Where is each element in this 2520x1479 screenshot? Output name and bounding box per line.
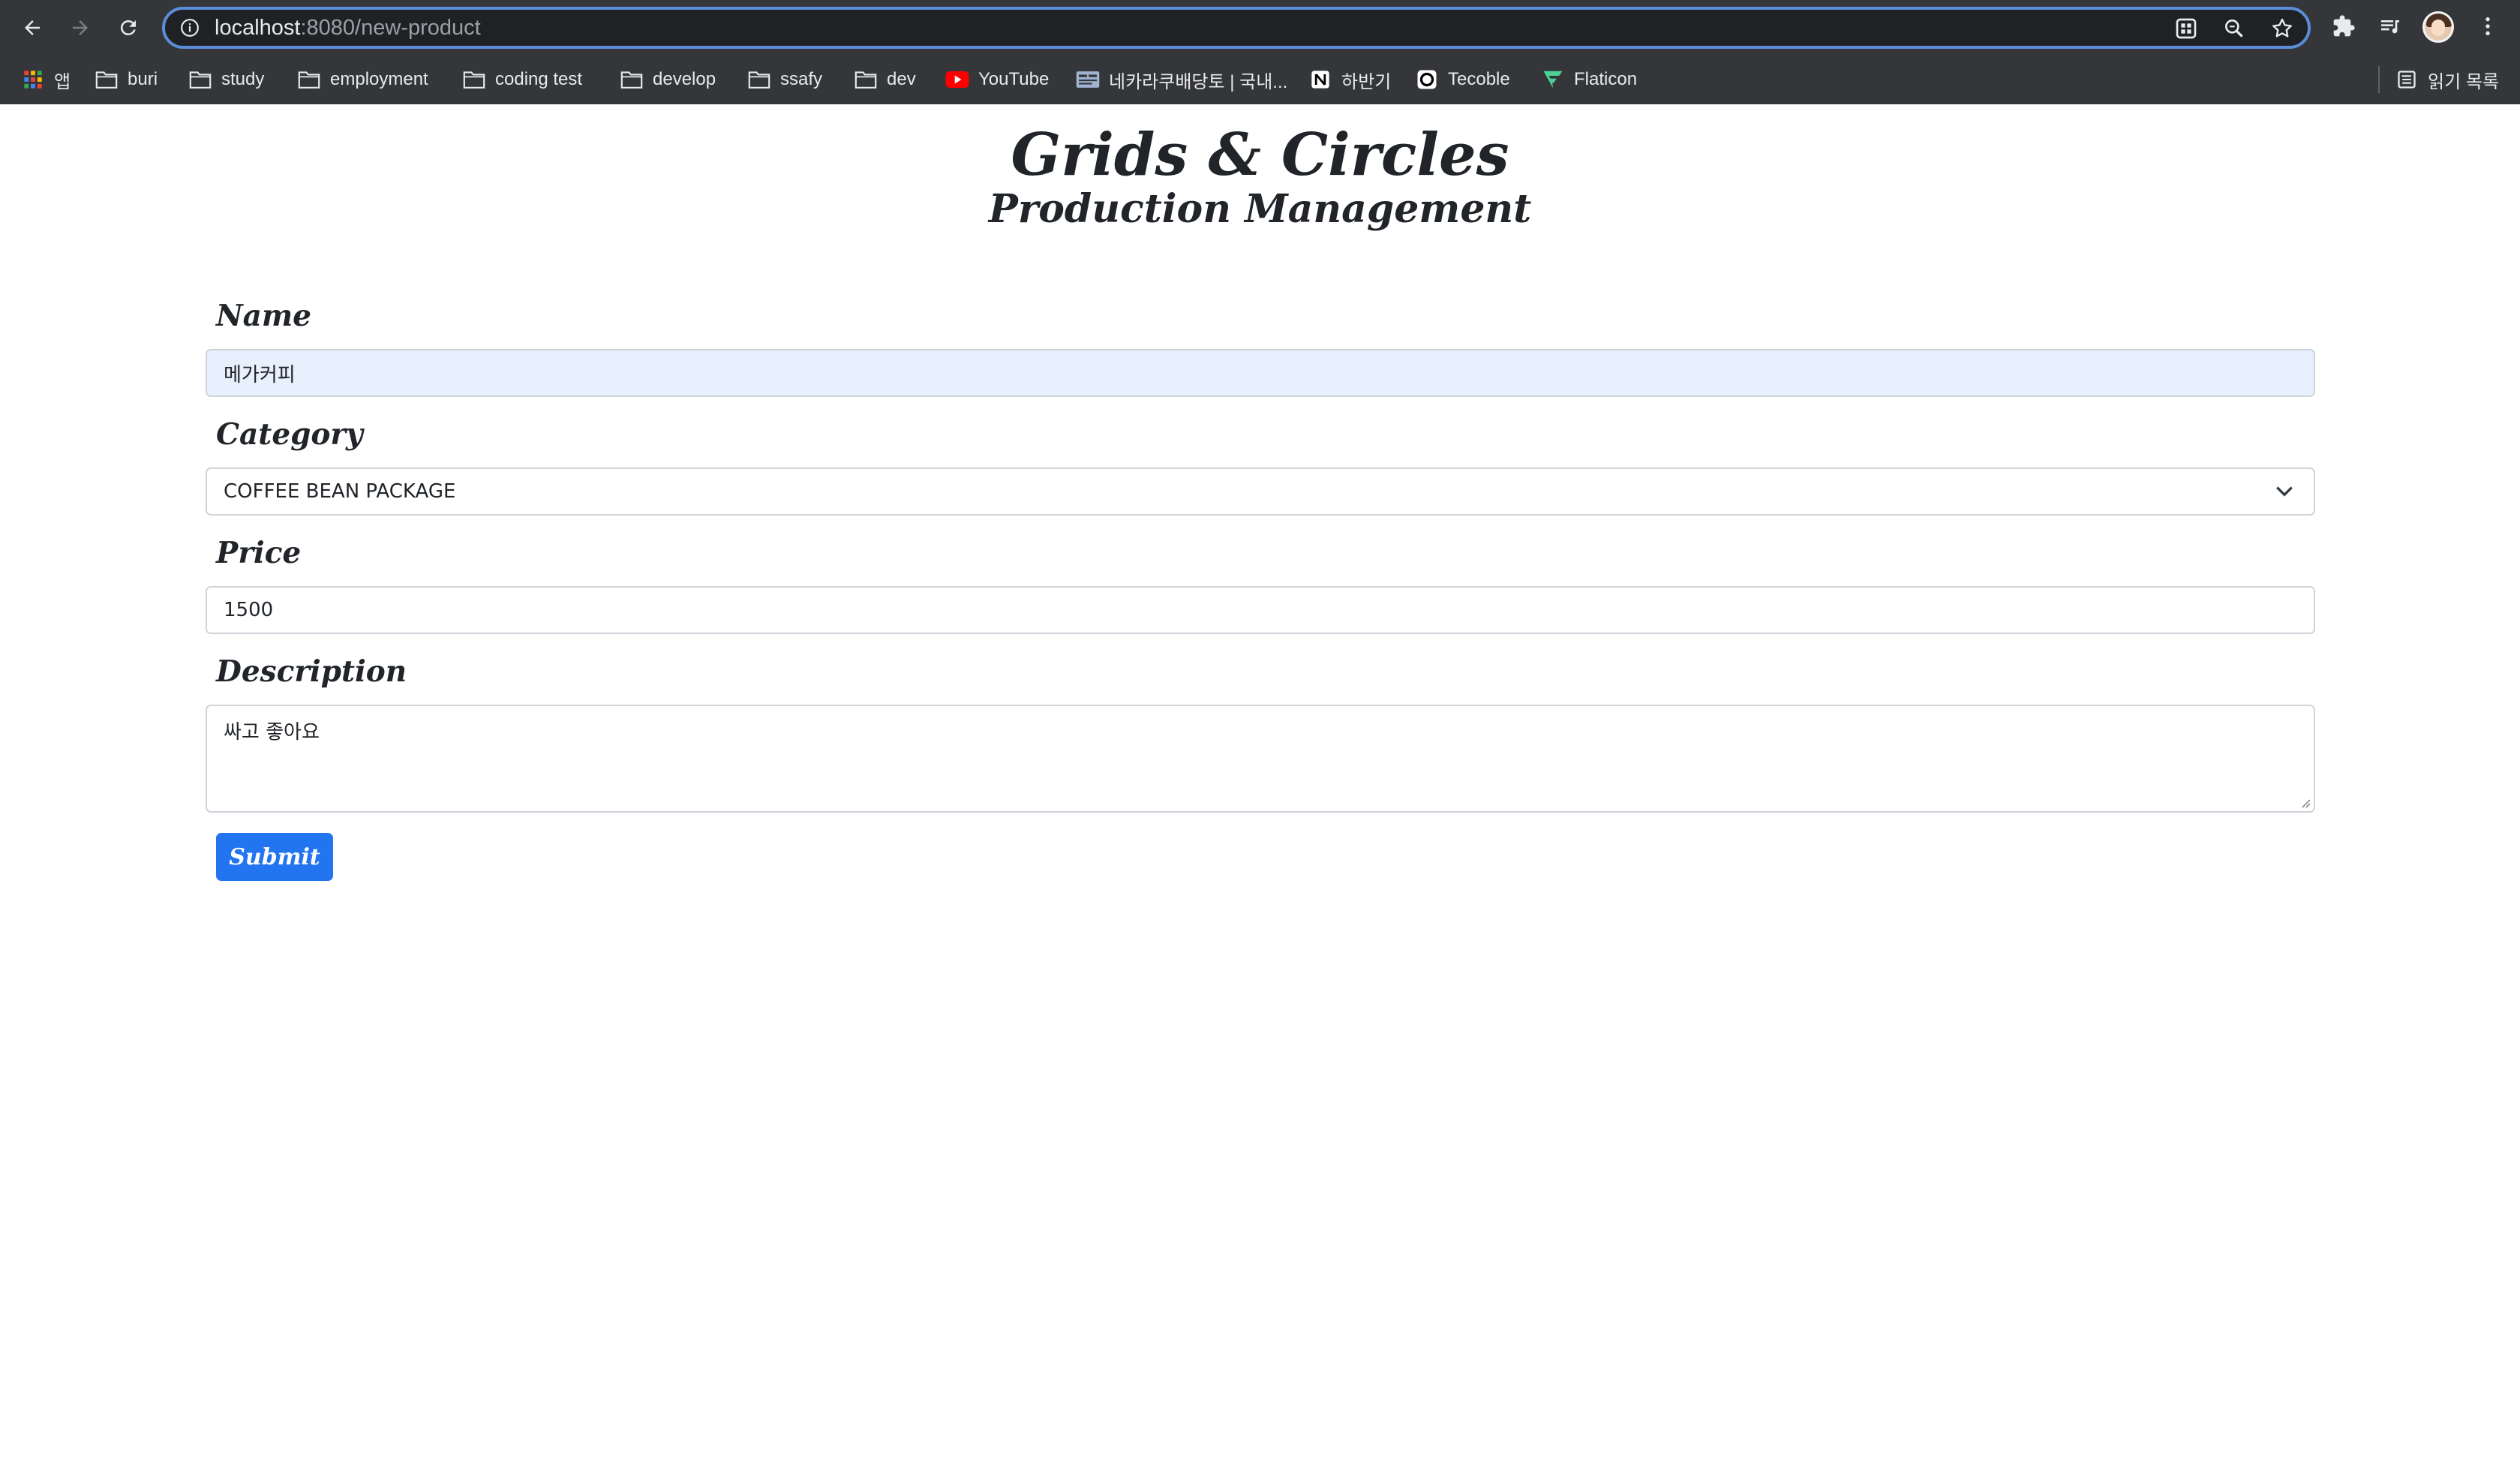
chrome-menu-button[interactable]	[2474, 13, 2501, 40]
page-title: Grids & Circles	[1011, 121, 1509, 189]
more-vertical-icon	[2485, 17, 2490, 35]
extensions-button[interactable]	[2330, 13, 2357, 40]
chevron-down-icon	[2276, 486, 2293, 497]
bookmark-hanbangi[interactable]: 하반기	[1308, 65, 1391, 95]
media-control-button[interactable]	[2377, 13, 2404, 40]
price-input-value: 1500	[224, 599, 274, 621]
puzzle-icon	[2333, 15, 2355, 37]
bookmark-label: ssafy	[780, 69, 823, 89]
resize-grip-icon[interactable]	[2299, 796, 2311, 808]
arrow-right-icon	[73, 20, 88, 35]
bookmark-folder-study[interactable]: study	[188, 65, 264, 95]
bookmark-label: dev	[887, 69, 916, 89]
bookmark-label: YouTube	[978, 69, 1050, 89]
forward-button[interactable]	[63, 11, 98, 45]
folder-icon	[95, 69, 119, 90]
page-content: Grids & Circles Production Management Na…	[0, 104, 2520, 1479]
reload-icon	[120, 20, 136, 35]
queue-music-icon	[2381, 20, 2399, 34]
bookmark-apps[interactable]: 앱	[21, 65, 71, 95]
browser-chrome: localhost:8080/new-product 앱 buri study …	[0, 0, 2520, 104]
bookmark-tecoble[interactable]: Tecoble	[1415, 65, 1510, 95]
bookmark-label: 네카라쿠배당토 | 국내...	[1109, 71, 1288, 92]
folder-icon	[620, 69, 644, 90]
bookmark-youtube[interactable]: YouTube	[945, 65, 1049, 95]
address-bar[interactable]: localhost:8080/new-product	[162, 7, 2311, 49]
price-input[interactable]: 1500	[206, 586, 2315, 634]
flaticon-icon	[1541, 69, 1565, 90]
reading-list-icon	[2395, 69, 2419, 90]
name-input-value: 메가커피	[224, 363, 296, 386]
folder-icon	[188, 69, 212, 90]
tecoble-icon	[1415, 69, 1439, 90]
bookmark-label: develop	[653, 69, 716, 89]
zoom-icon[interactable]	[2222, 17, 2246, 41]
bookmark-folder-employment[interactable]: employment	[297, 65, 428, 95]
bookmark-star-icon[interactable]	[2270, 17, 2294, 41]
folder-icon	[854, 69, 878, 90]
bookmark-label: Tecoble	[1448, 69, 1510, 89]
bookmark-label: 앱	[54, 71, 71, 92]
bookmark-label: employment	[330, 69, 428, 89]
category-select-value: COFFEE BEAN PACKAGE	[224, 480, 456, 503]
page-subtitle: Production Management	[988, 186, 1532, 232]
bookmark-label: 하반기	[1341, 71, 1392, 92]
bookmark-folder-buri[interactable]: buri	[95, 65, 158, 95]
bookmark-folder-dev[interactable]: dev	[854, 65, 916, 95]
bookmark-label: buri	[128, 69, 158, 89]
url-path: :8080/new-product	[300, 16, 481, 40]
bookmark-label: coding test	[495, 69, 583, 89]
description-textarea-value: 싸고 좋아요	[224, 721, 320, 744]
site-favicon-icon	[1076, 69, 1100, 90]
apps-grid-icon	[21, 69, 45, 90]
folder-icon	[462, 69, 486, 90]
description-label: Description	[216, 654, 407, 689]
notion-icon	[1308, 69, 1332, 90]
back-button[interactable]	[15, 11, 50, 45]
info-icon[interactable]	[180, 18, 200, 38]
submit-button[interactable]: Submit	[216, 833, 333, 881]
bookmark-folder-develop[interactable]: develop	[620, 65, 716, 95]
bookmark-folder-coding-test[interactable]: coding test	[462, 65, 582, 95]
url-host: localhost	[215, 16, 301, 40]
description-textarea[interactable]: 싸고 좋아요	[206, 705, 2315, 813]
bookmarks-bar: 앱 buri study employment coding test deve…	[0, 56, 2520, 104]
arrow-left-icon	[25, 20, 40, 35]
price-label: Price	[216, 536, 302, 570]
bookmark-nekarakubae[interactable]: 네카라쿠배당토 | 국내...	[1076, 65, 1287, 95]
bookmarks-divider	[2378, 66, 2380, 93]
reading-list-label: 읽기 목록	[2428, 71, 2499, 92]
browser-toolbar: localhost:8080/new-product	[0, 0, 2520, 56]
submit-button-label: Submit	[229, 843, 320, 870]
name-label: Name	[216, 299, 311, 333]
reload-button[interactable]	[111, 11, 146, 45]
bookmark-flaticon[interactable]: Flaticon	[1541, 65, 1637, 95]
bookmark-label: study	[221, 69, 265, 89]
category-label: Category	[216, 417, 363, 452]
category-select[interactable]: COFFEE BEAN PACKAGE	[206, 467, 2315, 516]
folder-icon	[747, 69, 771, 90]
translate-icon[interactable]	[2174, 17, 2198, 41]
url-text[interactable]: localhost:8080/new-product	[215, 15, 481, 41]
name-input[interactable]: 메가커피	[206, 349, 2315, 397]
bookmark-label: Flaticon	[1574, 69, 1638, 89]
bookmark-folder-ssafy[interactable]: ssafy	[747, 65, 822, 95]
reading-list-button[interactable]: 읽기 목록	[2395, 65, 2499, 95]
folder-icon	[297, 69, 321, 90]
profile-avatar[interactable]	[2422, 11, 2454, 43]
youtube-icon	[945, 69, 969, 90]
